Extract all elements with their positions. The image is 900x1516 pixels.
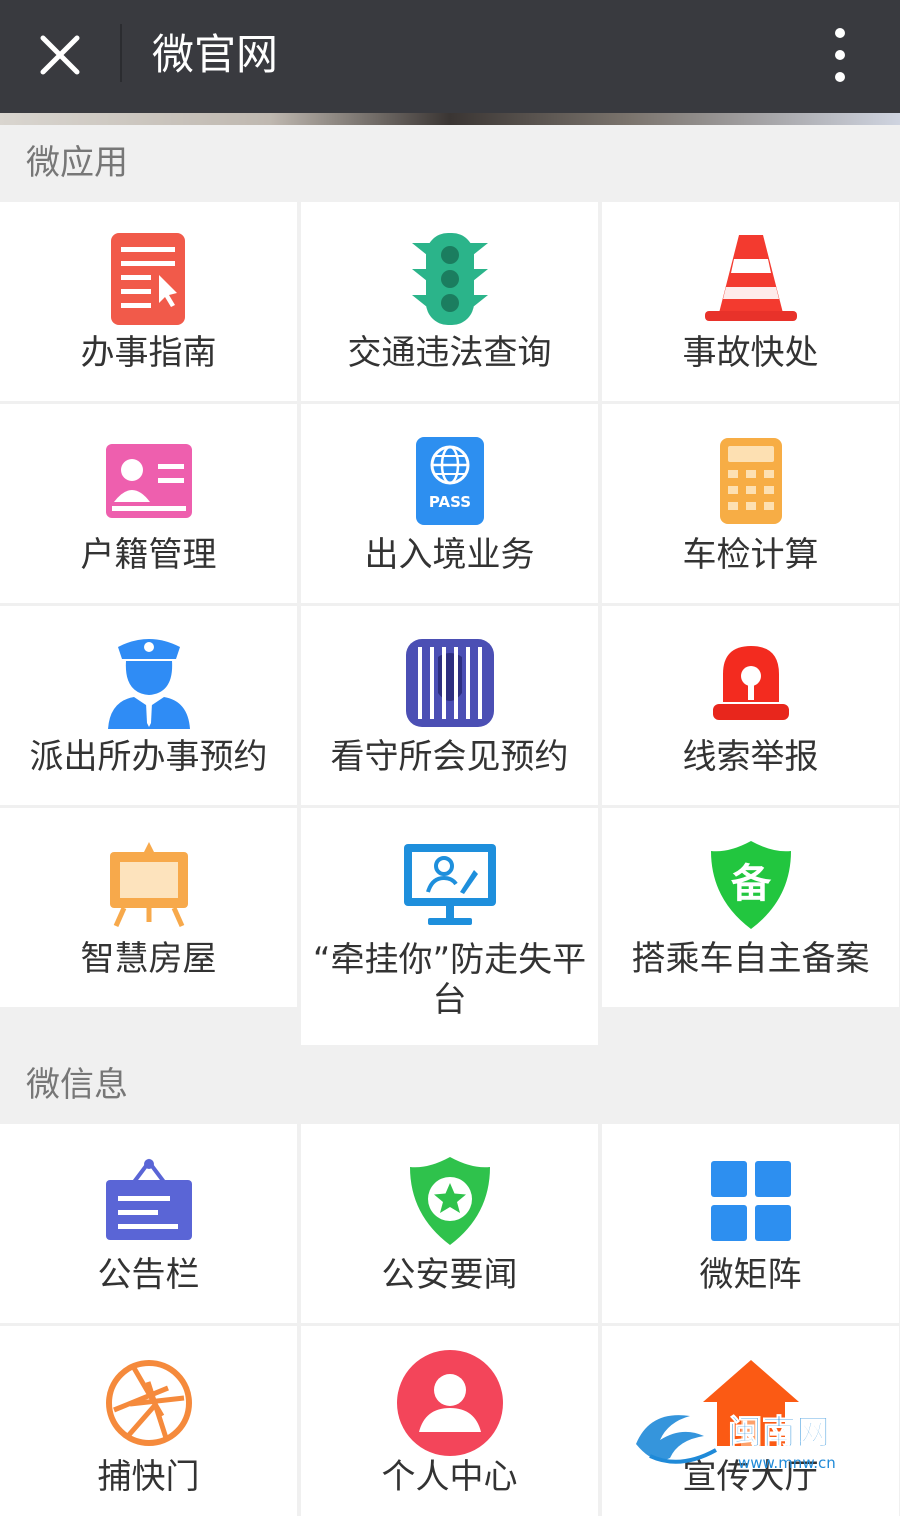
more-menu-button[interactable] [818,22,862,88]
app-label: 交通违法查询 [347,333,552,373]
app-tile[interactable]: 户籍管理 [0,404,297,603]
info-label: 个人中心 [381,1457,518,1497]
app-label: 办事指南 [80,333,217,373]
police-badge-icon [301,1146,598,1256]
app-tile[interactable]: 看守所会见预约 [301,606,598,805]
passport-icon: PASS [301,426,598,536]
info-tile[interactable]: 个人中心 [301,1326,598,1516]
prison-bars-icon [301,628,598,738]
info-label: 微矩阵 [699,1255,802,1295]
svg-text:PASS: PASS [428,493,470,511]
app-label: 派出所办事预约 [29,737,268,777]
shield-record-icon: 备 [602,830,899,940]
top-bar: 微官网 [0,0,900,113]
camera-shutter-icon [0,1348,297,1458]
info-tile[interactable]: 公告栏 [0,1124,297,1323]
app-label: 看守所会见预约 [330,737,569,777]
app-label: 智慧房屋 [80,939,217,979]
calculator-icon [602,426,899,536]
info-label: 捕快门 [97,1457,200,1497]
app-tile[interactable]: 交通违法查询 [301,202,598,401]
grid-matrix-icon [602,1146,899,1256]
app-tile[interactable]: 线索举报 [602,606,899,805]
header-divider [120,24,122,82]
document-guide-icon [0,224,297,334]
police-officer-icon [0,628,297,738]
app-label: 车检计算 [682,535,819,575]
traffic-cone-icon [602,224,899,334]
section-header-info: 微信息 [0,1047,900,1123]
badge-text: 备 [731,861,772,907]
close-icon [40,35,80,75]
app-tile[interactable]: “牵挂你”防走失平台 [301,808,598,1045]
info-tile[interactable]: 微矩阵 [602,1124,899,1323]
app-tile[interactable]: 事故快处 [602,202,899,401]
alarm-siren-icon [602,628,899,738]
app-label: 搭乘车自主备案 [631,939,870,979]
app-tile[interactable]: 派出所办事预约 [0,606,297,805]
page-title: 微官网 [152,30,279,79]
info-tile[interactable]: 公安要闻 [301,1124,598,1323]
more-vertical-icon [835,28,845,38]
app-tile[interactable]: 车检计算 [602,404,899,603]
watermark-name: 闽南网 [728,1413,830,1453]
section-title: 微应用 [26,143,128,183]
app-tile[interactable]: PASS 出入境业务 [301,404,598,603]
monitor-person-icon [301,830,598,940]
app-label: 户籍管理 [80,535,217,575]
notice-board-icon [0,1146,297,1256]
id-card-icon [0,426,297,536]
section-title: 微信息 [26,1065,128,1105]
info-label: 公安要闻 [381,1255,518,1295]
app-tile[interactable]: 办事指南 [0,202,297,401]
info-label: 公告栏 [97,1255,200,1295]
info-tile[interactable]: 捕快门 [0,1326,297,1516]
app-label: 线索举报 [682,737,819,777]
app-tile[interactable]: 备 搭乘车自主备案 [602,808,899,1007]
easel-board-icon [0,830,297,940]
app-label: “牵挂你”防走失平台 [312,940,587,1020]
watermark-logo: 闽南网 www.mnw.cn [630,1400,870,1480]
traffic-light-icon [301,224,598,334]
watermark-url: www.mnw.cn [738,1454,836,1472]
section-header-apps: 微应用 [0,125,900,201]
app-label: 事故快处 [682,333,819,373]
app-tile[interactable]: 智慧房屋 [0,808,297,1007]
user-profile-icon [301,1348,598,1458]
banner-image[interactable] [0,113,900,125]
close-button[interactable] [22,22,98,88]
app-label: 出入境业务 [364,535,535,575]
